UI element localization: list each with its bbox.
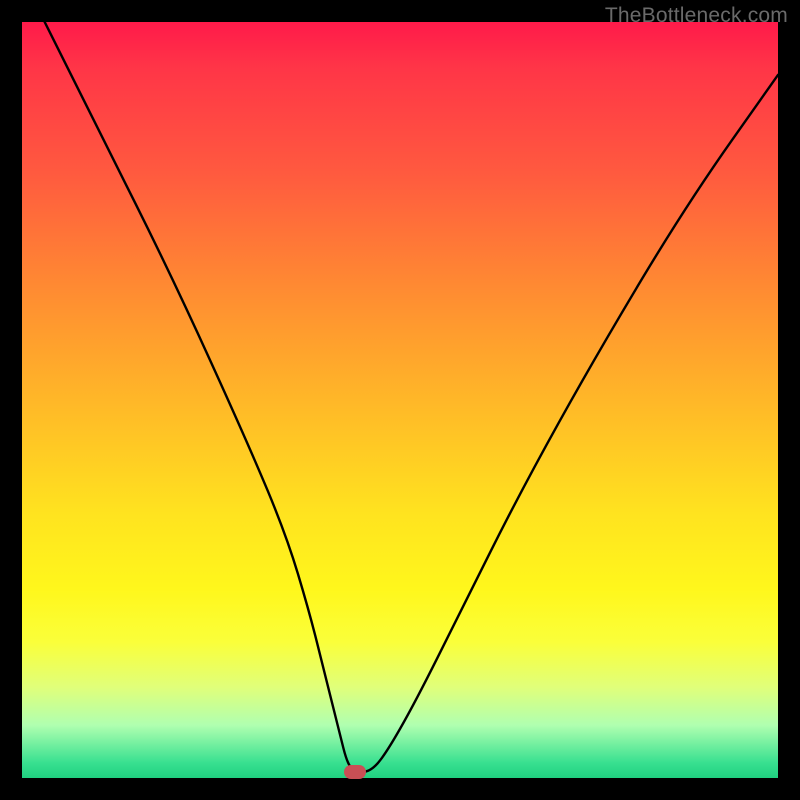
optimum-marker xyxy=(344,765,366,779)
plot-area xyxy=(22,22,778,778)
bottleneck-curve xyxy=(22,22,778,778)
watermark-text: TheBottleneck.com xyxy=(605,4,788,28)
